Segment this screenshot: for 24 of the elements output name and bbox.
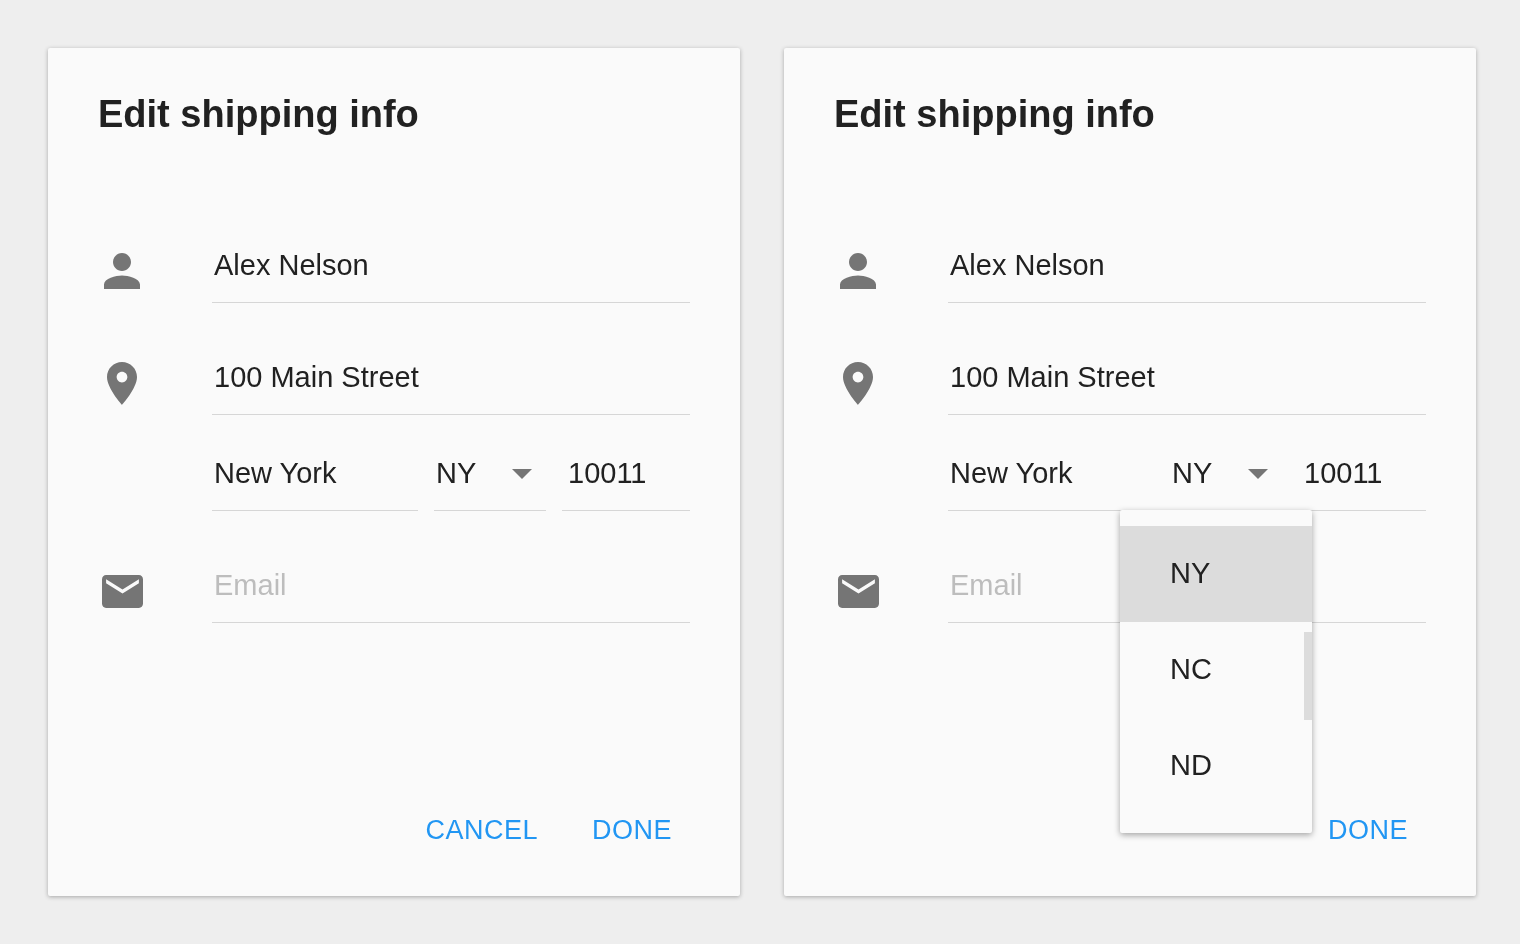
caret-icon — [1248, 468, 1268, 479]
city-field[interactable]: New York — [212, 447, 418, 511]
location-pin-icon — [107, 361, 137, 405]
input-field[interactable]: Alex Nelson — [948, 239, 1426, 303]
caret-icon — [512, 468, 532, 479]
menu-item[interactable]: ND — [1120, 718, 1312, 814]
dialog-title: Edit shipping info — [834, 92, 1155, 137]
state-dropdown[interactable]: NY — [434, 447, 546, 511]
person-icon — [840, 253, 876, 289]
menu-item[interactable]: NC — [1120, 622, 1312, 718]
location-pin-icon — [843, 361, 873, 405]
input-field[interactable]: 100 Main Street — [948, 351, 1426, 415]
person-icon — [104, 253, 140, 289]
email-field[interactable]: Email — [212, 559, 690, 623]
scrollbar[interactable] — [1304, 632, 1312, 720]
dialog-title: Edit shipping info — [98, 92, 419, 137]
zip-field[interactable]: 10011 — [1298, 447, 1426, 511]
envelope-icon — [101, 574, 143, 608]
menu-item[interactable]: NY — [1120, 526, 1312, 622]
envelope-icon — [837, 574, 879, 608]
zip-field[interactable]: 10011 — [562, 447, 690, 511]
input-field[interactable]: Alex Nelson — [212, 239, 690, 303]
input-field[interactable]: 100 Main Street — [212, 351, 690, 415]
city-field[interactable]: New York — [948, 447, 1154, 511]
